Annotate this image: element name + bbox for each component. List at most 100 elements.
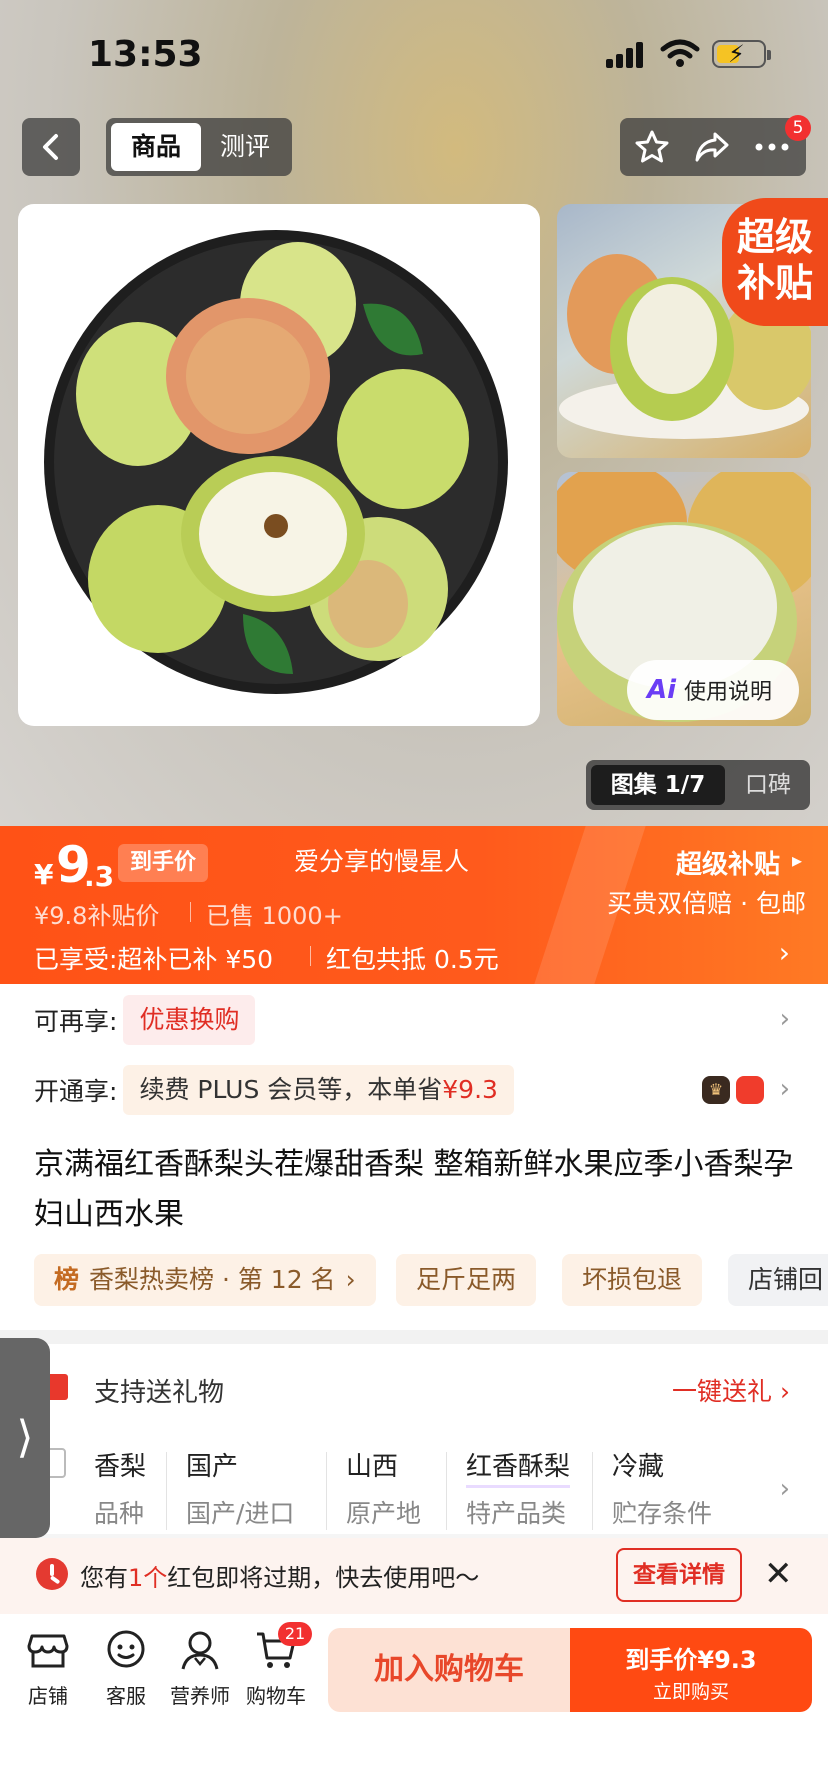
favorite-button[interactable] xyxy=(622,118,682,176)
extra-offer-row[interactable]: 可再享: 优惠换购 xyxy=(34,990,256,1050)
notice-text: 您有1个红包即将过期，快去使用吧～ xyxy=(80,1558,479,1593)
chevron-right-icon: › xyxy=(779,1474,790,1504)
divider xyxy=(326,1452,327,1530)
buy-now-label: 立即购买 xyxy=(652,1681,729,1703)
divider xyxy=(190,902,191,922)
spec-value: 山西 xyxy=(346,1452,399,1482)
buy-now-button[interactable]: 到手价¥9.3 立即购买 xyxy=(570,1628,812,1712)
ai-icon: Ai xyxy=(647,675,677,705)
spec-item: 国产 国产/进口 xyxy=(186,1446,294,1534)
gallery-tab[interactable]: 图集 1/7 xyxy=(591,765,725,805)
customer-service-button[interactable]: 客服 xyxy=(94,1628,158,1709)
divider xyxy=(446,1452,447,1530)
notice-prefix: 您有 xyxy=(80,1564,128,1592)
chevron-right-icon: › xyxy=(778,936,790,969)
triangle-right-icon: ▸ xyxy=(791,848,802,872)
tag-full-weight[interactable]: 足斤足两 xyxy=(396,1254,537,1306)
notice-count: 1个 xyxy=(128,1564,168,1592)
chevron-right-icon: › xyxy=(345,1265,356,1294)
tag-store[interactable]: 店铺回 xyxy=(728,1254,828,1306)
plus-offer-row[interactable]: 开通享: 续费 PLUS 会员等，本单省¥9.3 xyxy=(34,1060,514,1120)
ai-chip-label: 使用说明 xyxy=(684,680,773,705)
star-icon xyxy=(635,130,669,163)
sharer-nickname: 爱分享的慢星人 xyxy=(294,847,470,876)
bottom-action-bar: 店铺 客服 营养师 购物车 21 加入购物车 到手价¥9.3 立即购买 xyxy=(0,1614,828,1792)
divider xyxy=(310,946,311,966)
customer-service-label: 客服 xyxy=(106,1684,146,1708)
chat-icon xyxy=(107,1630,145,1668)
spec-item: 红香酥梨 特产品类 xyxy=(466,1446,571,1534)
spec-item: 冷藏 贮存条件 xyxy=(612,1446,712,1534)
tab-review[interactable]: 测评 xyxy=(203,123,287,171)
original-price: ¥9.8补贴价 xyxy=(34,902,160,930)
clock-icon xyxy=(36,1558,68,1590)
status-time: 13:53 xyxy=(88,34,203,75)
ranking-icon: 榜 xyxy=(54,1265,80,1294)
price-decimal: .3 xyxy=(84,860,115,893)
pear-plate-image xyxy=(44,230,508,694)
top-tabs: 商品 测评 xyxy=(106,118,292,176)
buy-price-line: 到手价¥9.3 xyxy=(625,1646,757,1674)
spec-item: 香梨 品种 xyxy=(94,1446,146,1534)
gallery-switcher: 图集 1/7 口碑 xyxy=(586,760,810,810)
back-button[interactable] xyxy=(22,118,80,176)
divider xyxy=(166,1452,167,1530)
card-icon xyxy=(736,1076,764,1104)
share-button[interactable] xyxy=(682,118,742,176)
gift-support-label: 支持送礼物 xyxy=(94,1378,225,1408)
message-badge: 5 xyxy=(785,115,811,141)
reviews-tab[interactable]: 口碑 xyxy=(731,765,805,805)
cart-label: 购物车 xyxy=(246,1684,306,1708)
spec-key: 国产/进口 xyxy=(186,1499,295,1528)
crown-icon: ♛ xyxy=(702,1076,730,1104)
more-dots-icon xyxy=(755,143,789,151)
store-icon xyxy=(27,1634,69,1668)
plus-renewal-chip[interactable]: 续费 PLUS 会员等，本单省¥9.3 xyxy=(123,1065,514,1115)
nutritionist-icon xyxy=(181,1631,219,1670)
super-subsidy-title[interactable]: 超级补贴 xyxy=(676,844,780,881)
cart-badge: 21 xyxy=(278,1622,312,1646)
store-button[interactable]: 店铺 xyxy=(16,1628,80,1709)
tag-damage-refund[interactable]: 坏损包退 xyxy=(562,1254,703,1306)
price-currency: ¥ xyxy=(34,858,54,891)
main-product-image[interactable] xyxy=(18,204,540,726)
send-gift-link[interactable]: 一键送礼 › xyxy=(672,1372,790,1408)
plus-saving-price: ¥9.3 xyxy=(442,1075,498,1104)
battery-icon: ⚡ xyxy=(712,40,771,68)
close-icon[interactable]: ✕ xyxy=(764,1554,793,1594)
notice-suffix: 红包即将过期，快去使用吧～ xyxy=(167,1564,480,1592)
extra-offer-label: 可再享: xyxy=(34,1007,118,1036)
super-subsidy-badge: 超级 补贴 xyxy=(722,198,828,326)
nutritionist-button[interactable]: 营养师 xyxy=(168,1628,232,1709)
spec-item: 山西 原产地 xyxy=(346,1446,421,1534)
chevron-right-icon: › xyxy=(780,1377,790,1406)
store-label: 店铺 xyxy=(28,1684,68,1708)
plus-offer-label: 开通享: xyxy=(34,1077,118,1106)
chevron-right-icon: › xyxy=(779,1074,790,1104)
spec-key: 品种 xyxy=(94,1499,145,1528)
view-details-button[interactable]: 查看详情 xyxy=(616,1548,742,1602)
add-to-cart-button[interactable]: 加入购物车 xyxy=(328,1628,570,1712)
price-banner[interactable]: ¥ 9 .3 到手价 爱分享的慢星人 ¥9.8补贴价 已售 1000+ 已享受:… xyxy=(0,826,828,984)
redpacket-expiry-notice: 您有1个红包即将过期，快去使用吧～ 查看详情 ✕ xyxy=(0,1538,828,1614)
nutritionist-label: 营养师 xyxy=(170,1684,230,1708)
status-bar: 13:53 ⚡ xyxy=(0,0,828,110)
tab-product[interactable]: 商品 xyxy=(111,123,201,171)
super-subsidy-subtitle: 买贵双倍赔 · 包邮 xyxy=(607,889,806,918)
product-title: 京满福红香酥梨头茬爆甜香梨 整箱新鲜水果应季小香梨孕妇山西水果 xyxy=(34,1147,794,1232)
super-badge-line2: 补贴 xyxy=(736,261,813,305)
chevron-left-icon xyxy=(43,134,58,160)
redpacket-deduction: 红包共抵 0.5元 xyxy=(326,945,499,974)
top-actions xyxy=(620,118,806,176)
trade-in-chip[interactable]: 优惠换购 xyxy=(123,995,256,1045)
send-gift-label: 一键送礼 xyxy=(672,1377,773,1406)
super-badge-line1: 超级 xyxy=(736,215,813,259)
spec-key: 特产品类 xyxy=(466,1499,567,1528)
ai-usage-guide-button[interactable]: Ai 使用说明 xyxy=(627,660,799,720)
ranking-tag[interactable]: 榜香梨热卖榜 · 第 12 名 › xyxy=(34,1254,376,1306)
ranking-label: 香梨热卖榜 · 第 12 名 xyxy=(89,1265,336,1294)
section-divider xyxy=(0,1330,828,1344)
side-drawer-handle[interactable]: ⟩ xyxy=(0,1338,50,1538)
plus-renewal-text: 续费 PLUS 会员等，本单省 xyxy=(139,1075,443,1104)
wifi-icon xyxy=(660,39,700,67)
